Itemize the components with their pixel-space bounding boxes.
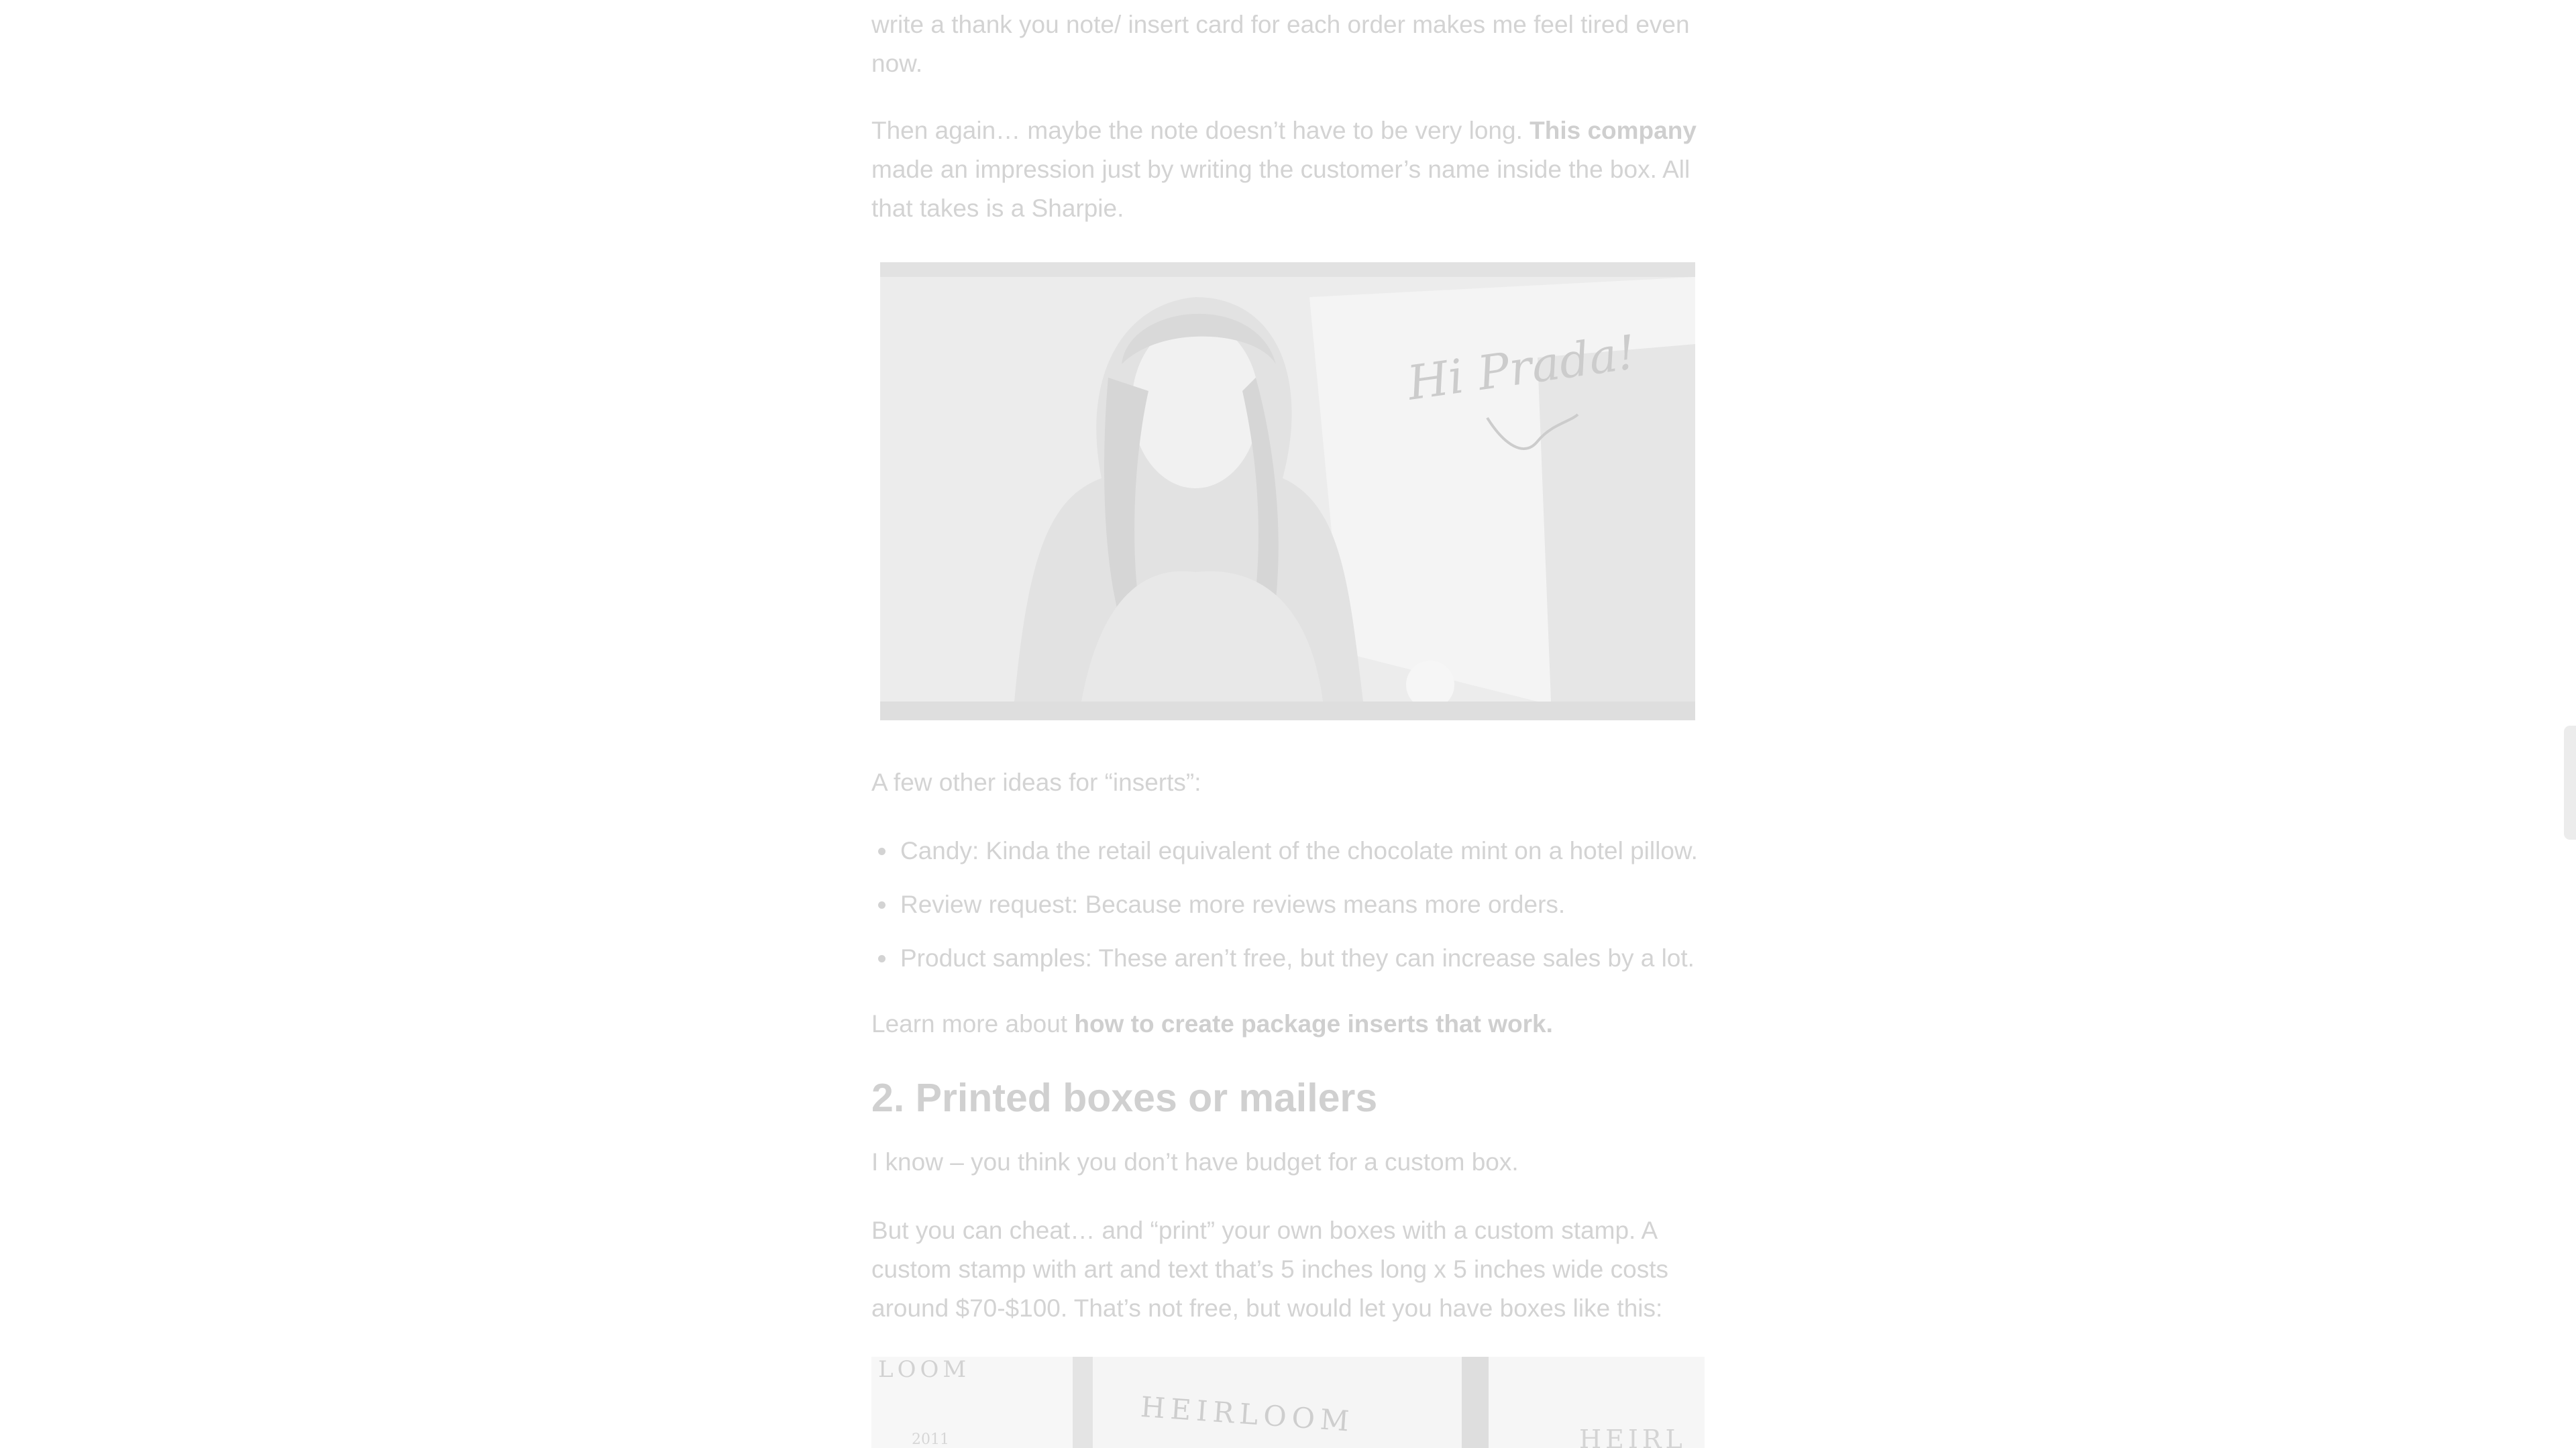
paragraph-thank-you-note: write a thank you note/ insert card for … [871, 11, 1690, 77]
photo-text-year: 2011 [912, 1431, 949, 1448]
bullet-icon [878, 848, 885, 855]
this-company-link[interactable]: This company [1529, 117, 1697, 144]
package-inserts-link[interactable]: how to create package inserts that work. [1074, 1010, 1553, 1038]
video-frame: Hi Prada! [880, 277, 1695, 702]
learn-more-prefix: Learn more about [871, 1010, 1075, 1038]
paragraph-learn-more: Learn more about how to create package i… [871, 1005, 1705, 1044]
paragraph-sharpie-suffix: made an impression just by writing the c… [871, 156, 1690, 222]
inserts-list: Candy: Kinda the retail equivalent of th… [871, 832, 1698, 993]
boxes-photo: LOOM HEIRLOOM 2011 HEIRL [871, 1357, 1705, 1448]
list-item: Review request: Because more reviews mea… [871, 885, 1698, 939]
bullet-icon [878, 901, 885, 909]
photo-text-heirl: HEIRL [1579, 1425, 1686, 1448]
scrollbar-thumb[interactable] [2564, 726, 2576, 840]
paragraph-custom-stamp: But you can cheat… and “print” your own … [871, 1217, 1669, 1322]
section-heading: 2. Printed boxes or mailers [871, 1076, 1378, 1120]
paragraph-sharpie-note: Then again… maybe the note doesn’t have … [871, 111, 1705, 228]
list-item: Product samples: These aren’t free, but … [871, 939, 1698, 993]
photo-text-loom: LOOM [878, 1357, 970, 1383]
video-controls-bar[interactable] [880, 702, 1695, 720]
list-item-text: Review request: Because more reviews mea… [900, 891, 1566, 918]
paragraph-inserts-intro: A few other ideas for “inserts”: [871, 769, 1201, 796]
paragraph-budget: I know – you think you don’t have budget… [871, 1148, 1519, 1176]
paragraph-sharpie-prefix: Then again… maybe the note doesn’t have … [871, 117, 1530, 144]
list-item-text: Candy: Kinda the retail equivalent of th… [900, 837, 1698, 865]
bullet-icon [878, 955, 885, 962]
video-title-bar [880, 262, 1695, 277]
video-embed[interactable]: Hi Prada! [880, 262, 1695, 720]
list-item-text: Product samples: These aren’t free, but … [900, 944, 1695, 972]
list-item: Candy: Kinda the retail equivalent of th… [871, 832, 1698, 885]
boxes-photo-image: LOOM HEIRLOOM 2011 HEIRL [871, 1357, 1705, 1448]
